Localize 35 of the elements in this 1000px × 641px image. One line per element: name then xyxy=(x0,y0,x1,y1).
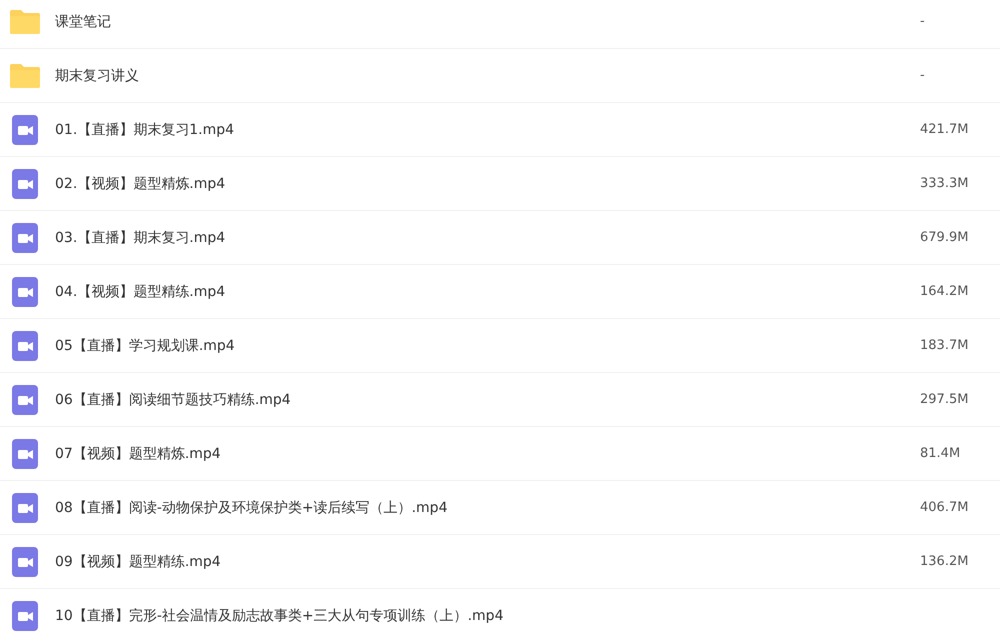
file-size: 421.7M xyxy=(920,122,970,137)
file-size: 81.4M xyxy=(920,446,962,461)
file-size: 183.7M xyxy=(920,338,970,353)
folder-icon xyxy=(10,9,40,34)
file-size: - xyxy=(920,68,926,83)
file-name[interactable]: 期末复习讲义 xyxy=(55,66,920,84)
video-icon xyxy=(12,438,38,468)
file-size: 333.3M xyxy=(920,176,970,191)
file-name[interactable]: 06【直播】阅读细节题技巧精练.mp4 xyxy=(55,390,920,408)
file-name[interactable]: 07【视频】题型精炼.mp4 xyxy=(55,444,920,462)
video-icon xyxy=(12,600,38,630)
file-name[interactable]: 03.【直播】期末复习.mp4 xyxy=(55,228,920,246)
file-name[interactable]: 01.【直播】期末复习1.mp4 xyxy=(55,120,920,138)
video-icon xyxy=(12,384,38,414)
file-name[interactable]: 04.【视频】题型精练.mp4 xyxy=(55,282,920,300)
video-icon xyxy=(12,168,38,198)
file-size: 297.5M xyxy=(920,392,970,407)
folder-icon xyxy=(10,63,40,88)
video-icon xyxy=(12,276,38,306)
file-size: 164.2M xyxy=(920,284,970,299)
video-icon xyxy=(12,330,38,360)
file-size: 406.7M xyxy=(920,500,970,515)
video-icon xyxy=(12,114,38,144)
file-size: 136.2M xyxy=(920,554,970,569)
file-name[interactable]: 10【直播】完形-社会温情及励志故事类+三大从句专项训练（上）.mp4 xyxy=(55,606,920,624)
file-name[interactable]: 05【直播】学习规划课.mp4 xyxy=(55,336,920,354)
file-size: - xyxy=(920,14,926,29)
video-icon xyxy=(12,546,38,576)
video-icon xyxy=(12,222,38,252)
video-icon xyxy=(12,492,38,522)
file-name[interactable]: 02.【视频】题型精炼.mp4 xyxy=(55,174,920,192)
file-size: 679.9M xyxy=(920,230,970,245)
file-name[interactable]: 课堂笔记 xyxy=(55,12,920,30)
file-name[interactable]: 09【视频】题型精练.mp4 xyxy=(55,552,920,570)
file-name[interactable]: 08【直播】阅读-动物保护及环境保护类+读后续写（上）.mp4 xyxy=(55,498,920,516)
